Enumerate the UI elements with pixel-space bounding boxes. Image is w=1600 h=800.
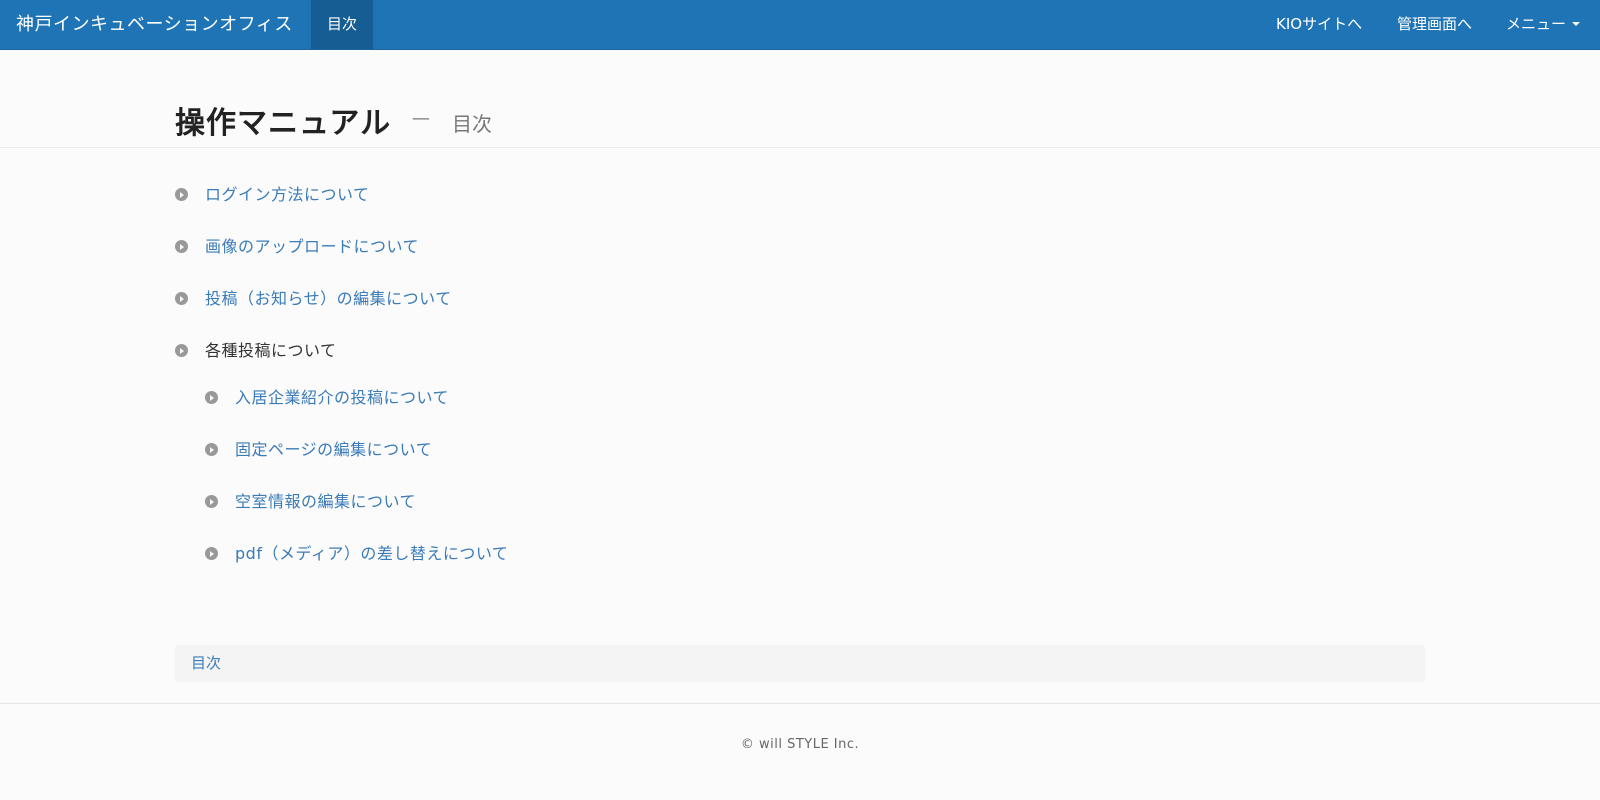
toc-link-tenant-intro[interactable]: 入居企業紹介の投稿について	[235, 387, 449, 409]
toc-link-image-upload[interactable]: 画像のアップロードについて	[205, 236, 419, 258]
brand-title[interactable]: 神戸インキュベーションオフィス	[16, 0, 293, 49]
toc-link-news-edit[interactable]: 投稿（お知らせ）の編集について	[205, 288, 452, 310]
page-subtitle: 目次	[452, 112, 492, 136]
circle-arrow-right-icon	[175, 188, 188, 201]
nav-item-toc[interactable]: 目次	[311, 0, 373, 49]
circle-arrow-right-icon	[175, 292, 188, 305]
toc-link-pdf-replace[interactable]: pdf（メディア）の差し替えについて	[235, 543, 508, 565]
nav-menu-dropdown[interactable]: メニュー	[1506, 0, 1581, 49]
circle-arrow-right-icon	[205, 391, 218, 404]
breadcrumb: 目次	[175, 645, 1425, 682]
nav-link-kio-site[interactable]: KIOサイトへ	[1276, 0, 1362, 49]
breadcrumb-link-toc[interactable]: 目次	[191, 645, 221, 682]
page-title: 操作マニュアル	[175, 106, 392, 141]
title-separator: —	[412, 108, 430, 129]
toc-section-post-types: 各種投稿について	[205, 341, 337, 360]
top-navbar: 神戸インキュベーションオフィス 目次 KIOサイトへ 管理画面へ メニュー	[0, 0, 1600, 50]
circle-arrow-right-icon	[205, 443, 218, 456]
circle-arrow-right-icon	[205, 495, 218, 508]
page-header: 操作マニュアル — 目次	[0, 50, 1600, 148]
nav-menu-label: メニュー	[1506, 15, 1567, 33]
circle-arrow-right-icon	[175, 344, 188, 357]
circle-arrow-right-icon	[205, 547, 218, 560]
caret-down-icon	[1572, 21, 1581, 26]
copyright-text: © will STYLE Inc.	[740, 737, 860, 752]
toc-link-vacancy[interactable]: 空室情報の編集について	[235, 491, 416, 513]
nav-link-admin[interactable]: 管理画面へ	[1397, 0, 1472, 49]
toc-link-fixed-page[interactable]: 固定ページの編集について	[235, 439, 432, 461]
circle-arrow-right-icon	[175, 240, 188, 253]
toc-link-login[interactable]: ログイン方法について	[205, 184, 370, 206]
page-footer: © will STYLE Inc.	[0, 703, 1600, 800]
